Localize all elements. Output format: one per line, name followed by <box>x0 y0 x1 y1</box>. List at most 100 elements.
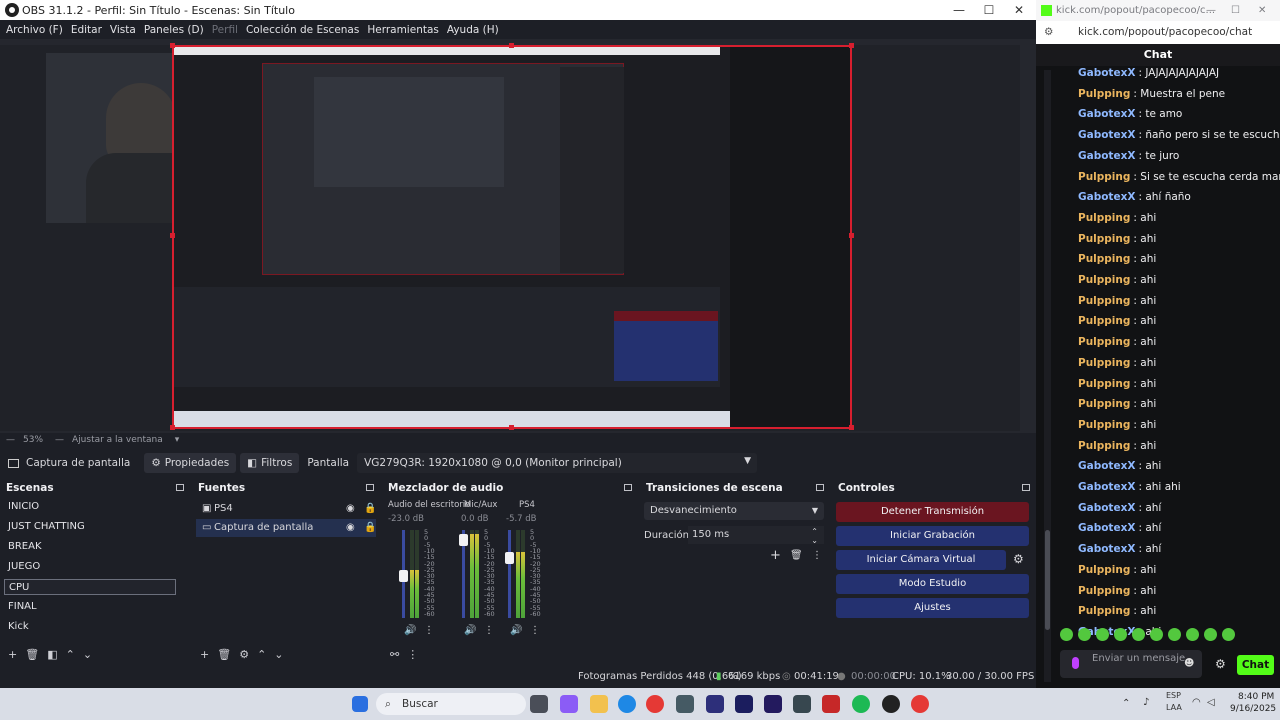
chat-username[interactable]: Pulpping <box>1078 336 1130 348</box>
speaker-icon[interactable]: 🔊 <box>464 625 476 636</box>
chat-username[interactable]: Pulpping <box>1078 295 1130 307</box>
volume-slider-handle[interactable] <box>399 570 408 582</box>
menu-perfil[interactable]: Perfil <box>212 24 238 36</box>
chat-username[interactable]: GabotexX <box>1078 460 1135 472</box>
mic-icon[interactable] <box>1072 657 1079 669</box>
gear-icon[interactable]: ⚙ <box>1013 552 1024 566</box>
menu-editar[interactable]: Editar <box>71 24 102 36</box>
dock-icon[interactable] <box>366 484 374 491</box>
more-icon[interactable]: ⋮ <box>424 625 434 636</box>
chat-username[interactable]: GabotexX <box>1078 543 1135 555</box>
store-icon[interactable] <box>676 695 694 713</box>
stop-stream-button[interactable]: Detener Transmisión <box>836 502 1029 522</box>
lang-top[interactable]: ESP <box>1166 691 1181 700</box>
scene-item-selected[interactable]: CPU <box>4 579 176 595</box>
obs-taskbar-icon[interactable] <box>882 695 900 713</box>
site-settings-icon[interactable]: ⚙ <box>1044 21 1053 44</box>
minimize-button[interactable]: — <box>1206 0 1216 21</box>
source-item-captura[interactable]: ▭ Captura de pantalla ◉ 🔒 <box>196 519 376 537</box>
chat-username[interactable]: Pulpping <box>1078 171 1130 183</box>
resize-handle-r[interactable] <box>849 233 854 238</box>
chat-scrollbar[interactable] <box>1044 70 1051 682</box>
studio-mode-button[interactable]: Modo Estudio <box>836 574 1029 594</box>
start-virtual-camera-button[interactable]: Iniciar Cámara Virtual <box>836 550 1006 570</box>
menu-vista[interactable]: Vista <box>110 24 136 36</box>
chat-username[interactable]: Pulpping <box>1078 440 1130 452</box>
start-recording-button[interactable]: Iniciar Grabación <box>836 526 1029 546</box>
chat-username[interactable]: Pulpping <box>1078 398 1130 410</box>
menu-herramientas[interactable]: Herramientas <box>367 24 439 36</box>
chat-username[interactable]: GabotexX <box>1078 129 1135 141</box>
chat-username[interactable]: GabotexX <box>1078 481 1135 493</box>
chat-username[interactable]: GabotexX <box>1078 502 1135 514</box>
scene-item[interactable]: JUEGO <box>4 559 176 575</box>
chat-username[interactable]: GabotexX <box>1078 67 1135 79</box>
chat-username[interactable]: GabotexX <box>1078 191 1135 203</box>
emote-icon[interactable] <box>1204 628 1217 641</box>
tray-chevron-up-icon[interactable]: ⌃ <box>1122 698 1130 709</box>
more-icon[interactable]: ⋮ <box>484 625 494 636</box>
chat-username[interactable]: GabotexX <box>1078 150 1135 162</box>
chat-username[interactable]: Pulpping <box>1078 357 1130 369</box>
menu-paneles[interactable]: Paneles (D) <box>144 24 204 36</box>
close-button[interactable]: ✕ <box>1004 0 1034 20</box>
emote-icon[interactable] <box>1186 628 1199 641</box>
chat-username[interactable]: Pulpping <box>1078 378 1130 390</box>
chat-input[interactable]: Enviar un mensaje ☻ <box>1060 650 1202 678</box>
resize-handle-tr[interactable] <box>849 43 854 48</box>
source-item-ps4[interactable]: ▣ PS4 ◉ 🔒 <box>196 500 376 518</box>
add-icon[interactable]: + <box>8 648 17 661</box>
clock-time[interactable]: 8:40 PM <box>1238 692 1274 702</box>
properties-button[interactable]: ⚙ Propiedades <box>144 453 237 473</box>
link-icon[interactable]: ⚯ <box>390 648 399 661</box>
emote-icon[interactable] <box>1150 628 1163 641</box>
settings-button[interactable]: Ajustes <box>836 598 1029 618</box>
scene-item[interactable]: JUST CHATTING <box>4 519 176 535</box>
after-effects-icon[interactable] <box>764 695 782 713</box>
trash-icon[interactable]: 🗑 <box>790 550 803 561</box>
volume-slider[interactable] <box>459 530 468 618</box>
resize-handle-br[interactable] <box>849 425 854 430</box>
resize-handle-l[interactable] <box>170 233 175 238</box>
chat-username[interactable]: Pulpping <box>1078 419 1130 431</box>
emote-icon[interactable] <box>1168 628 1181 641</box>
lock-icon[interactable]: 🔒 <box>364 519 376 537</box>
eye-icon[interactable]: ◉ <box>346 519 355 537</box>
preview-area[interactable] <box>0 39 1036 433</box>
clock-date[interactable]: 9/16/2025 <box>1230 704 1276 714</box>
volume-slider-handle[interactable] <box>505 552 514 564</box>
media-encoder-icon[interactable] <box>706 695 724 713</box>
volume-slider[interactable] <box>505 530 514 618</box>
chat-send-button[interactable]: Chat <box>1237 655 1274 675</box>
media-player-icon[interactable] <box>822 695 840 713</box>
lock-icon[interactable]: 🔒 <box>364 500 376 518</box>
zoom-percent[interactable]: 53% <box>23 435 43 445</box>
windows-start-icon[interactable] <box>352 696 368 712</box>
close-button[interactable]: ✕ <box>1258 0 1266 21</box>
emote-icon[interactable] <box>1222 628 1235 641</box>
chat-username[interactable]: Pulpping <box>1078 88 1130 100</box>
resize-handle-tl[interactable] <box>170 43 175 48</box>
trash-icon[interactable]: 🗑 <box>25 648 39 661</box>
scene-item[interactable]: BREAK <box>4 539 176 555</box>
lang-bottom[interactable]: LAA <box>1166 703 1182 712</box>
menu-coleccion-escenas[interactable]: Colección de Escenas <box>246 24 359 36</box>
emoji-icon[interactable]: ☻ <box>1184 657 1194 670</box>
scene-item[interactable]: FINAL <box>4 599 176 615</box>
emote-icon[interactable] <box>1060 628 1073 641</box>
resize-handle-b[interactable] <box>509 425 514 430</box>
premiere-icon[interactable] <box>735 695 753 713</box>
speaker-icon[interactable]: 🔊 <box>404 625 416 636</box>
eye-icon[interactable]: ◉ <box>346 500 355 518</box>
chat-username[interactable]: Pulpping <box>1078 274 1130 286</box>
trash-icon[interactable]: 🗑 <box>217 648 231 661</box>
spotify-icon[interactable] <box>852 695 870 713</box>
maximize-button[interactable]: ☐ <box>974 0 1004 20</box>
filters-button[interactable]: ◧ Filtros <box>240 453 300 473</box>
dock-icon[interactable] <box>624 484 632 491</box>
emote-icon[interactable] <box>1096 628 1109 641</box>
file-explorer-icon[interactable] <box>590 695 608 713</box>
emote-icon[interactable] <box>1132 628 1145 641</box>
transition-select[interactable]: Desvanecimiento ▼ <box>644 502 824 520</box>
chat-settings-gear-icon[interactable]: ⚙ <box>1215 657 1226 671</box>
